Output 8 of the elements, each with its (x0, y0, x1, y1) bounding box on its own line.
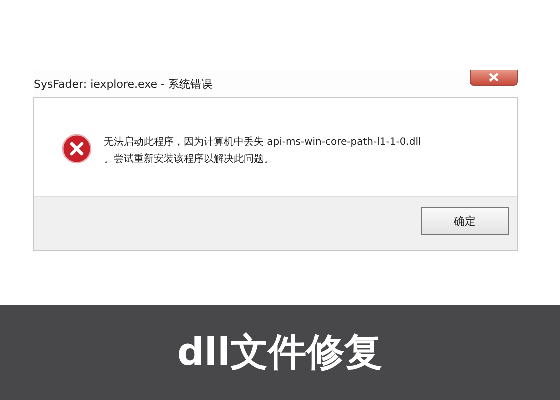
window-title: SysFader: iexplore.exe - 系统错误 (34, 77, 212, 92)
caption-text: dll文件修复 (177, 329, 383, 376)
close-button[interactable] (470, 70, 518, 86)
close-icon (489, 73, 499, 82)
ok-button[interactable]: 确定 (421, 207, 509, 235)
error-icon (62, 134, 92, 164)
error-message: 。尝试重新安装该程序以解决此问题。 (104, 152, 275, 167)
error-message: 无法启动此程序，因为计算机中丢失 api-ms-win-core-path-l1-1-0.dll (104, 136, 422, 150)
